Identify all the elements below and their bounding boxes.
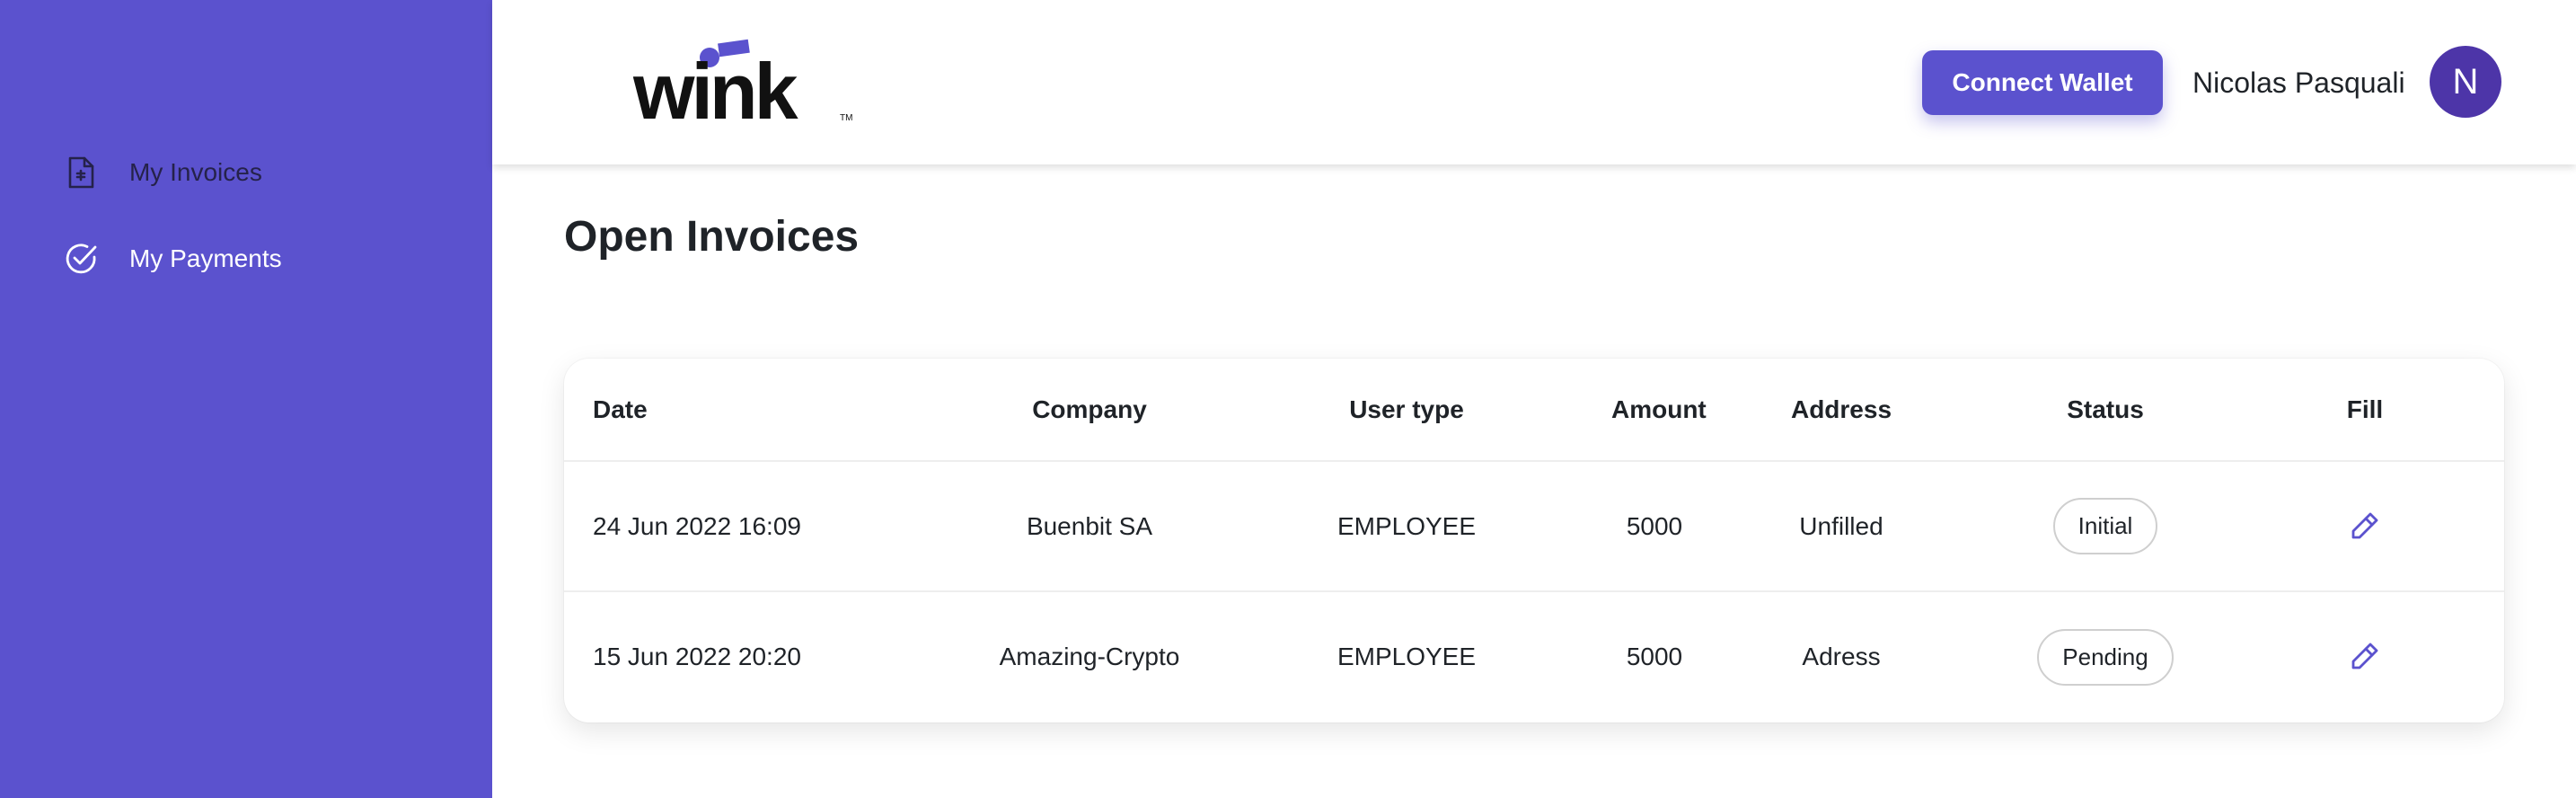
- sidebar: My Invoices My Payments: [0, 0, 492, 798]
- status-badge: Pending: [2037, 628, 2174, 686]
- check-circle-icon: [63, 241, 99, 277]
- column-header-date: Date: [564, 359, 977, 462]
- cell-address: Adress: [1698, 591, 1985, 722]
- cell-user-type: EMPLOYEE: [1337, 643, 1477, 670]
- page-title: Open Invoices: [564, 213, 860, 261]
- cell-date: 15 Jun 2022 20:20: [593, 643, 801, 670]
- cell-amount: 5000: [1611, 461, 1698, 592]
- invoices-table-card: Date Company User type Amount Address St…: [564, 359, 2504, 723]
- cell-address-text: Adress: [1802, 643, 1881, 670]
- cell-address-text: Unfilled: [1799, 511, 1883, 540]
- user-name: Nicolas Pasquali: [2192, 66, 2405, 99]
- cell-fill: [2226, 591, 2504, 722]
- column-header-amount: Amount: [1611, 359, 1707, 462]
- cell-user-type: EMPLOYEE: [1202, 461, 1611, 592]
- cell-status: Initial: [1985, 461, 2226, 592]
- file-invoice-icon: [63, 155, 99, 191]
- column-header-fill: Fill: [2226, 359, 2504, 462]
- column-header-user-type: User type: [1202, 359, 1611, 462]
- cell-status: Pending: [1985, 591, 2226, 722]
- edit-invoice-button[interactable]: [2345, 506, 2385, 545]
- cell-address: Unfilled: [1698, 461, 1985, 592]
- edit-invoice-button[interactable]: [2345, 636, 2385, 676]
- table-header-row: Date Company User type Amount Address St…: [564, 359, 2504, 462]
- pencil-icon: [2351, 643, 2378, 669]
- avatar[interactable]: N: [2430, 46, 2501, 118]
- table-row: 24 Jun 2022 16:09 Buenbit SA EMPLOYEE 50…: [564, 461, 2504, 592]
- sidebar-item-my-invoices[interactable]: My Invoices: [63, 147, 262, 198]
- cell-company: Buenbit SA: [977, 461, 1202, 592]
- cell-fill: [2226, 461, 2504, 592]
- column-header-company: Company: [977, 359, 1202, 462]
- invoices-table: Date Company User type Amount Address St…: [564, 359, 2504, 722]
- pencil-icon: [2351, 512, 2378, 538]
- cell-amount: 5000: [1626, 643, 1683, 670]
- wink-logo: wink TM: [633, 39, 852, 128]
- sidebar-item-my-payments[interactable]: My Payments: [63, 234, 282, 284]
- connect-wallet-button[interactable]: Connect Wallet: [1922, 50, 2163, 115]
- svg-text:TM: TM: [840, 113, 852, 123]
- cell-company: Amazing-Crypto: [999, 643, 1180, 670]
- column-header-status: Status: [1985, 359, 2226, 462]
- sidebar-item-label: My Invoices: [129, 158, 262, 186]
- top-header: wink TM Connect Wallet Nicolas Pasquali …: [492, 0, 2576, 164]
- status-badge: Initial: [2052, 498, 2158, 554]
- sidebar-item-label: My Payments: [129, 244, 282, 272]
- svg-text:wink: wink: [633, 47, 799, 128]
- table-row: 15 Jun 2022 20:20 Amazing-Crypto EMPLOYE…: [564, 591, 2504, 722]
- column-header-address: Address: [1698, 359, 1985, 462]
- cell-date: 24 Jun 2022 16:09: [564, 461, 977, 592]
